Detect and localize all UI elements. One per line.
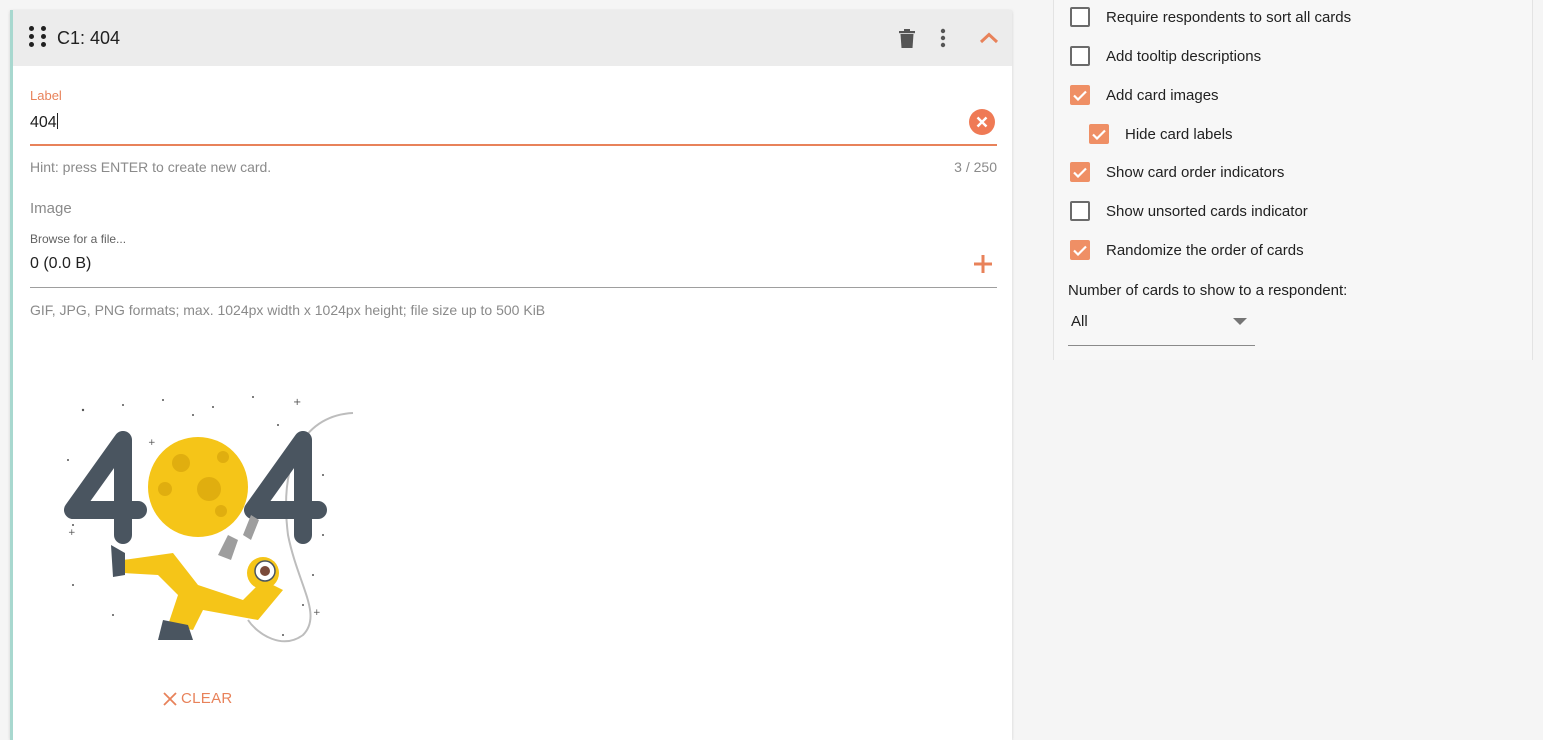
label-input-value[interactable]: 404 (30, 114, 57, 131)
cards-to-show-label: Number of cards to show to a respondent: (1068, 282, 1348, 299)
option-label: Show unsorted cards indicator (1106, 202, 1308, 220)
dropdown-arrow-icon (1233, 317, 1247, 325)
option-tooltip-descriptions[interactable]: Add tooltip descriptions (1070, 46, 1261, 66)
check-icon (1092, 129, 1106, 140)
cards-to-show-value: All (1071, 313, 1088, 330)
option-label: Show card order indicators (1106, 163, 1285, 181)
cards-to-show-select[interactable]: All (1068, 306, 1255, 346)
checkbox-unchecked[interactable] (1070, 201, 1090, 221)
card-header[interactable]: C1: 404 (13, 10, 1012, 66)
delete-icon[interactable] (896, 27, 918, 49)
option-add-card-images[interactable]: Add card images (1070, 85, 1219, 105)
svg-text:+: + (313, 608, 321, 618)
image-format-hint: GIF, JPG, PNG formats; max. 1024px width… (30, 302, 546, 318)
card-title: C1: 404 (57, 27, 121, 48)
browse-file-label: Browse for a file... (30, 232, 127, 246)
label-input[interactable]: 404 (30, 108, 997, 146)
option-hide-card-labels[interactable]: Hide card labels (1089, 124, 1233, 144)
card-editor: C1: 404 Label 404 Hint: press ENTER to c… (10, 10, 1012, 740)
label-field-label: Label (30, 88, 62, 103)
file-input[interactable]: 0 (0.0 B) (30, 250, 997, 288)
card-image-404-illustration: + + + + + (64, 396, 354, 643)
option-card-order-indicators[interactable]: Show card order indicators (1070, 162, 1284, 182)
more-vert-icon[interactable] (932, 27, 954, 49)
checkbox-checked[interactable] (1089, 124, 1109, 144)
option-label: Randomize the order of cards (1106, 241, 1304, 259)
check-icon (1073, 167, 1087, 178)
check-icon (1073, 245, 1087, 256)
checkbox-checked[interactable] (1070, 85, 1090, 105)
checkbox-unchecked[interactable] (1070, 7, 1090, 27)
svg-text:+: + (68, 528, 76, 538)
option-label: Add card images (1106, 86, 1219, 104)
image-section-label: Image (30, 200, 72, 217)
clear-image-button[interactable]: CLEAR (163, 690, 233, 707)
option-require-sort-all[interactable]: Require respondents to sort all cards (1070, 7, 1351, 27)
checkbox-unchecked[interactable] (1070, 46, 1090, 66)
checkbox-checked[interactable] (1070, 162, 1090, 182)
option-label: Add tooltip descriptions (1106, 47, 1262, 65)
add-file-icon[interactable] (972, 253, 994, 275)
option-randomize-order[interactable]: Randomize the order of cards (1070, 240, 1304, 260)
option-label: Require respondents to sort all cards (1106, 8, 1352, 26)
drag-handle-icon[interactable] (25, 26, 46, 50)
option-unsorted-cards-indicator[interactable]: Show unsorted cards indicator (1070, 201, 1308, 221)
collapse-chevron-up-icon[interactable] (978, 27, 1000, 49)
checkbox-checked[interactable] (1070, 240, 1090, 260)
svg-text:+: + (148, 438, 156, 448)
svg-text:+: + (293, 397, 301, 408)
check-icon (1073, 90, 1087, 101)
clear-input-icon[interactable] (969, 109, 995, 135)
settings-panel: Require respondents to sort all cards Ad… (1053, 0, 1533, 360)
file-size-value: 0 (0.0 B) (30, 255, 92, 272)
close-icon (163, 691, 177, 706)
label-hint: Hint: press ENTER to create new card. (30, 159, 272, 175)
label-char-counter: 3 / 250 (954, 159, 997, 175)
clear-button-label: CLEAR (181, 690, 233, 707)
option-label: Hide card labels (1125, 125, 1233, 143)
